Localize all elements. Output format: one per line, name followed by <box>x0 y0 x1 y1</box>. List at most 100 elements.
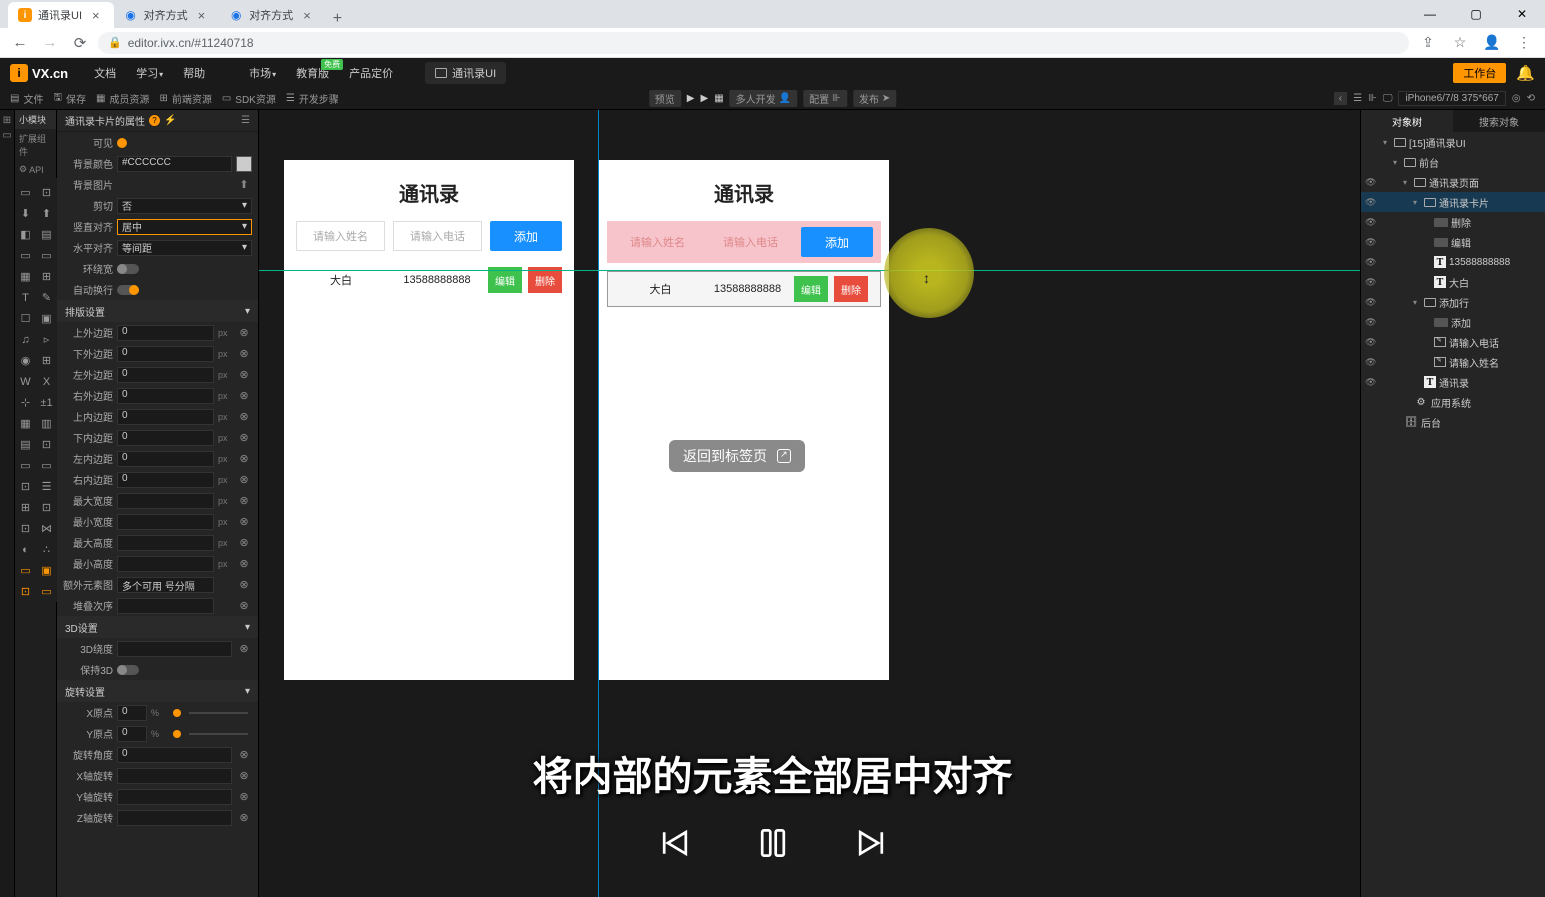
dev-steps-button[interactable]: ☰开发步骤 <box>286 91 339 106</box>
link-icon[interactable]: ⊗ <box>236 810 252 826</box>
valign-select[interactable]: 居中▾ <box>117 219 252 235</box>
name-input[interactable]: 请输入姓名 <box>296 221 385 251</box>
component-icon[interactable]: ⬇ <box>15 203 36 224</box>
component-icon[interactable]: ♫ <box>15 329 36 350</box>
bgcolor-input[interactable]: #CCCCCC <box>117 156 232 172</box>
component-icon[interactable]: ⊡ <box>15 476 36 497</box>
tree-node[interactable]: 👁添加 <box>1361 312 1545 332</box>
component-icon[interactable]: ◧ <box>15 224 36 245</box>
visibility-icon[interactable]: 👁 <box>1365 277 1377 288</box>
margin-input[interactable]: 0 <box>117 346 214 362</box>
browser-tab[interactable]: ◉对齐方式× <box>114 2 220 28</box>
link-icon[interactable]: ⊗ <box>236 641 252 657</box>
add-button[interactable]: 添加 <box>801 227 873 257</box>
tree-node[interactable]: 🗄后台 <box>1361 412 1545 432</box>
expand-icon[interactable]: ▾ <box>1383 138 1391 147</box>
component-icon[interactable]: ⊡ <box>36 182 57 203</box>
halign-select[interactable]: 等间距▾ <box>117 240 252 256</box>
align-icon[interactable]: ☰ <box>1353 93 1362 104</box>
component-icon[interactable]: ☰ <box>36 476 57 497</box>
menu-help[interactable]: 帮助 <box>175 65 213 81</box>
margin-input[interactable]: 多个可用 号分隔 <box>117 577 214 593</box>
menu-learn[interactable]: 学习▾ <box>128 65 171 81</box>
pause-button[interactable] <box>749 819 797 867</box>
browser-tab[interactable]: i通讯录UI× <box>8 2 114 28</box>
publish-button[interactable]: 发布➤ <box>853 90 896 107</box>
qr-icon[interactable]: ▦ <box>714 93 723 104</box>
config-button[interactable]: 配置⊪ <box>803 90 847 107</box>
z-rot-input[interactable] <box>117 810 232 826</box>
close-icon[interactable]: × <box>299 8 315 23</box>
component-icon[interactable]: T <box>15 287 36 308</box>
cat-api[interactable]: ⚙API <box>15 161 56 178</box>
file-menu[interactable]: ▤文件 <box>10 91 43 106</box>
slider-thumb[interactable] <box>173 709 181 717</box>
margin-input[interactable]: 0 <box>117 367 214 383</box>
members-button[interactable]: ▦成员资源 <box>96 91 149 106</box>
component-icon[interactable]: ▦ <box>15 266 36 287</box>
browser-tab[interactable]: ◉对齐方式× <box>219 2 325 28</box>
component-icon[interactable]: ◐ <box>15 539 36 560</box>
workbench-button[interactable]: 工作台 <box>1453 63 1506 83</box>
expand-icon[interactable]: ▾ <box>1393 158 1401 167</box>
margin-input[interactable]: 0 <box>117 430 214 446</box>
multi-dev-button[interactable]: 多人开发👤 <box>730 90 797 107</box>
component-icon[interactable]: ⬆ <box>36 203 57 224</box>
cat-modules[interactable]: 小模块 <box>15 110 56 129</box>
tree-node[interactable]: 👁T13588888888 <box>1361 252 1545 272</box>
menu-icon[interactable]: ☰ <box>241 115 250 126</box>
link-icon[interactable]: ⊗ <box>236 514 252 530</box>
component-icon[interactable]: ▭ <box>36 245 57 266</box>
project-tab[interactable]: 通讯录UI <box>425 62 506 84</box>
add-button[interactable]: 添加 <box>490 221 562 251</box>
close-icon[interactable]: × <box>194 8 210 23</box>
component-icon[interactable]: ∴ <box>36 539 57 560</box>
component-icon[interactable]: ▭ <box>15 455 36 476</box>
link-icon[interactable]: ⊗ <box>236 325 252 341</box>
device-selector[interactable]: iPhone6/7/8 375*667 <box>1398 91 1505 106</box>
wrap-width-switch[interactable] <box>117 264 139 274</box>
component-icon[interactable]: ▦ <box>15 413 36 434</box>
rotate-section[interactable]: 旋转设置▾ <box>57 680 258 702</box>
tree-node[interactable]: 👁T大白 <box>1361 272 1545 292</box>
component-icon[interactable]: ▭ <box>36 455 57 476</box>
minimize-button[interactable]: — <box>1407 0 1453 28</box>
margin-input[interactable] <box>117 493 214 509</box>
link-icon[interactable]: ⊗ <box>236 556 252 572</box>
margin-input[interactable] <box>117 556 214 572</box>
component-icon[interactable]: ⋈ <box>36 518 57 539</box>
prev-button[interactable] <box>651 819 699 867</box>
tree-tab-search[interactable]: 搜索对象 <box>1453 110 1545 132</box>
delete-button[interactable]: 删除 <box>834 276 868 302</box>
component-icon[interactable]: ▭ <box>15 245 36 266</box>
component-icon[interactable]: ▭ <box>15 560 36 581</box>
new-tab-button[interactable]: + <box>325 10 350 28</box>
selected-card[interactable]: 大白 13588888888 编辑 删除 <box>607 271 881 307</box>
device-icon[interactable]: 🖵 <box>1383 93 1393 104</box>
visibility-icon[interactable]: 👁 <box>1365 217 1377 228</box>
component-icon[interactable]: ⊹ <box>15 392 36 413</box>
bolt-icon[interactable]: ⚡ <box>164 115 176 126</box>
slider-thumb[interactable] <box>173 730 181 738</box>
phone-input[interactable]: 请输入电话 <box>393 221 482 251</box>
column-icon[interactable]: ⊪ <box>1368 93 1377 104</box>
component-icon[interactable]: ▣ <box>36 560 57 581</box>
rotate-angle-input[interactable]: 0 <box>117 747 232 763</box>
save-button[interactable]: 🖫保存 <box>53 90 86 107</box>
link-icon[interactable]: ⊗ <box>236 388 252 404</box>
component-icon[interactable]: ⊞ <box>36 266 57 287</box>
component-icon[interactable]: ⊡ <box>15 518 36 539</box>
link-icon[interactable]: ⊗ <box>236 409 252 425</box>
menu-pricing[interactable]: 产品定价 <box>341 65 401 81</box>
component-icon[interactable]: ▤ <box>15 434 36 455</box>
component-icon[interactable]: X <box>36 371 57 392</box>
sdk-res-button[interactable]: ▭SDK资源 <box>222 91 276 106</box>
link-icon[interactable]: ⊗ <box>236 346 252 362</box>
layout-section[interactable]: 排版设置▾ <box>57 300 258 322</box>
next-button[interactable] <box>847 819 895 867</box>
link-icon[interactable]: ⊗ <box>236 430 252 446</box>
color-swatch[interactable] <box>236 156 252 172</box>
prev-device-button[interactable]: ‹ <box>1334 92 1347 105</box>
visibility-icon[interactable]: 👁 <box>1365 197 1377 208</box>
margin-input[interactable]: 0 <box>117 451 214 467</box>
